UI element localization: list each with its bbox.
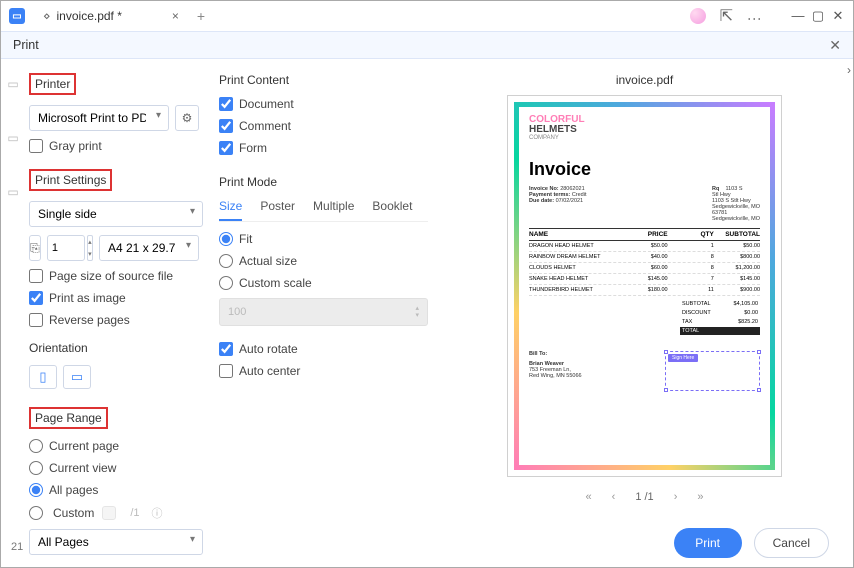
pager-last-icon[interactable]: » <box>697 491 703 503</box>
tab-title: invoice.pdf * <box>57 9 122 23</box>
form-checkbox[interactable]: Form <box>219 141 428 155</box>
printer-section-title: Printer <box>29 73 76 95</box>
range-current-view-radio[interactable]: Current view <box>29 461 199 475</box>
window-maximize-button[interactable]: ▢ <box>811 8 825 24</box>
dialog-footer: Print Cancel <box>1 519 853 567</box>
scale-input: 100 ▴▾ <box>219 298 428 326</box>
tab-poster[interactable]: Poster <box>260 199 295 221</box>
invoice-line: DRAGON HEAD HELMET$50.001$50.00 <box>529 241 760 252</box>
custom-total: /1 <box>130 507 139 519</box>
custom-range-input <box>102 506 116 520</box>
page-count-label: 21 <box>11 541 23 553</box>
new-tab-button[interactable]: + <box>197 8 205 24</box>
invoice-line: CLOUDS HELMET$60.008$1,200.00 <box>529 263 760 274</box>
window-minimize-button[interactable]: — <box>791 8 805 24</box>
print-button[interactable]: Print <box>674 528 742 558</box>
pager-current: 1 /1 <box>635 491 653 503</box>
signature-field: Sign Here <box>665 351 760 391</box>
print-content-panel: Print Content Document Comment Form Prin… <box>211 61 436 519</box>
collate-icon[interactable]: ⎘ <box>29 235 41 261</box>
tab-multiple[interactable]: Multiple <box>313 199 354 221</box>
print-dialog-title: Print <box>13 38 39 52</box>
fit-radio[interactable]: Fit <box>219 232 428 246</box>
print-mode-title: Print Mode <box>219 175 428 189</box>
printer-select[interactable]: Microsoft Print to PDF <box>29 105 169 131</box>
window-close-button[interactable]: ✕ <box>831 8 845 24</box>
invoice-line: THUNDERBIRD HELMET$180.0011$900.00 <box>529 285 760 296</box>
tab-size[interactable]: Size <box>219 199 242 221</box>
dialog-close-icon[interactable]: ✕ <box>829 37 841 54</box>
comment-checkbox[interactable]: Comment <box>219 119 428 133</box>
invoice-heading: Invoice <box>529 159 760 180</box>
preview-panel: invoice.pdf COLORFUL HELMETS COMPANY Inv… <box>436 61 853 519</box>
custom-scale-radio[interactable]: Custom scale <box>219 276 428 290</box>
scale-stepper-icon: ▴▾ <box>415 305 419 319</box>
cancel-button[interactable]: Cancel <box>754 528 829 558</box>
actual-size-radio[interactable]: Actual size <box>219 254 428 268</box>
auto-rotate-checkbox[interactable]: Auto rotate <box>219 342 428 356</box>
paper-size-select[interactable]: A4 21 x 29.7 cm <box>99 235 199 261</box>
preview-title: invoice.pdf <box>616 73 673 87</box>
pager-next-icon[interactable]: › <box>674 491 678 503</box>
print-settings-panel: Printer Microsoft Print to PDF ⚙ Gray pr… <box>1 61 211 519</box>
auto-center-checkbox[interactable]: Auto center <box>219 364 428 378</box>
tab-booklet[interactable]: Booklet <box>372 199 412 221</box>
print-settings-section-title: Print Settings <box>29 169 112 191</box>
pager-first-icon[interactable]: « <box>586 491 592 503</box>
document-tab[interactable]: ⋄ invoice.pdf * × <box>33 3 189 29</box>
titlebar: ▭ ⋄ invoice.pdf * × + ⇱ ⋮ — ▢ ✕ <box>1 1 853 31</box>
share-icon[interactable]: ⇱ <box>720 6 733 26</box>
preview-page: COLORFUL HELMETS COMPANY Invoice Invoice… <box>507 95 782 477</box>
copies-input[interactable] <box>47 235 85 261</box>
orientation-landscape-button[interactable]: ▭ <box>63 365 91 389</box>
more-icon[interactable]: ⋮ <box>747 12 763 20</box>
tab-modified-icon: ⋄ <box>43 9 51 23</box>
document-checkbox[interactable]: Document <box>219 97 428 111</box>
tab-close-icon[interactable]: × <box>172 9 179 23</box>
reverse-pages-checkbox[interactable]: Reverse pages <box>29 313 199 327</box>
gray-print-checkbox[interactable]: Gray print <box>29 139 199 153</box>
page-size-source-checkbox[interactable]: Page size of source file <box>29 269 199 283</box>
preview-pager: « ‹ 1 /1 › » <box>586 491 704 503</box>
invoice-line: RAINBOW DREAM HELMET$40.008$800.00 <box>529 252 760 263</box>
orientation-section-title: Orientation <box>29 341 199 355</box>
titlebar-actions: ⇱ ⋮ — ▢ ✕ <box>690 6 845 26</box>
pager-prev-icon[interactable]: ‹ <box>612 491 616 503</box>
print-content-title: Print Content <box>219 73 428 87</box>
printer-properties-icon[interactable]: ⚙ <box>175 105 199 131</box>
sign-here-tag: Sign Here <box>668 354 698 362</box>
range-current-page-radio[interactable]: Current page <box>29 439 199 453</box>
print-dialog-header: Print ✕ <box>1 31 853 59</box>
logo: COLORFUL HELMETS COMPANY <box>529 115 760 141</box>
orientation-portrait-button[interactable]: ▯ <box>29 365 57 389</box>
app-icon: ▭ <box>9 8 25 24</box>
range-all-pages-radio[interactable]: All pages <box>29 483 199 497</box>
print-as-image-checkbox[interactable]: Print as image <box>29 291 199 305</box>
invoice-line: SNAKE HEAD HELMET$145.007$145.00 <box>529 274 760 285</box>
copies-stepper[interactable]: ▴▾ <box>87 235 93 261</box>
account-icon[interactable] <box>690 8 706 24</box>
page-range-section-title: Page Range <box>29 407 108 429</box>
sides-select[interactable]: Single side <box>29 201 203 227</box>
